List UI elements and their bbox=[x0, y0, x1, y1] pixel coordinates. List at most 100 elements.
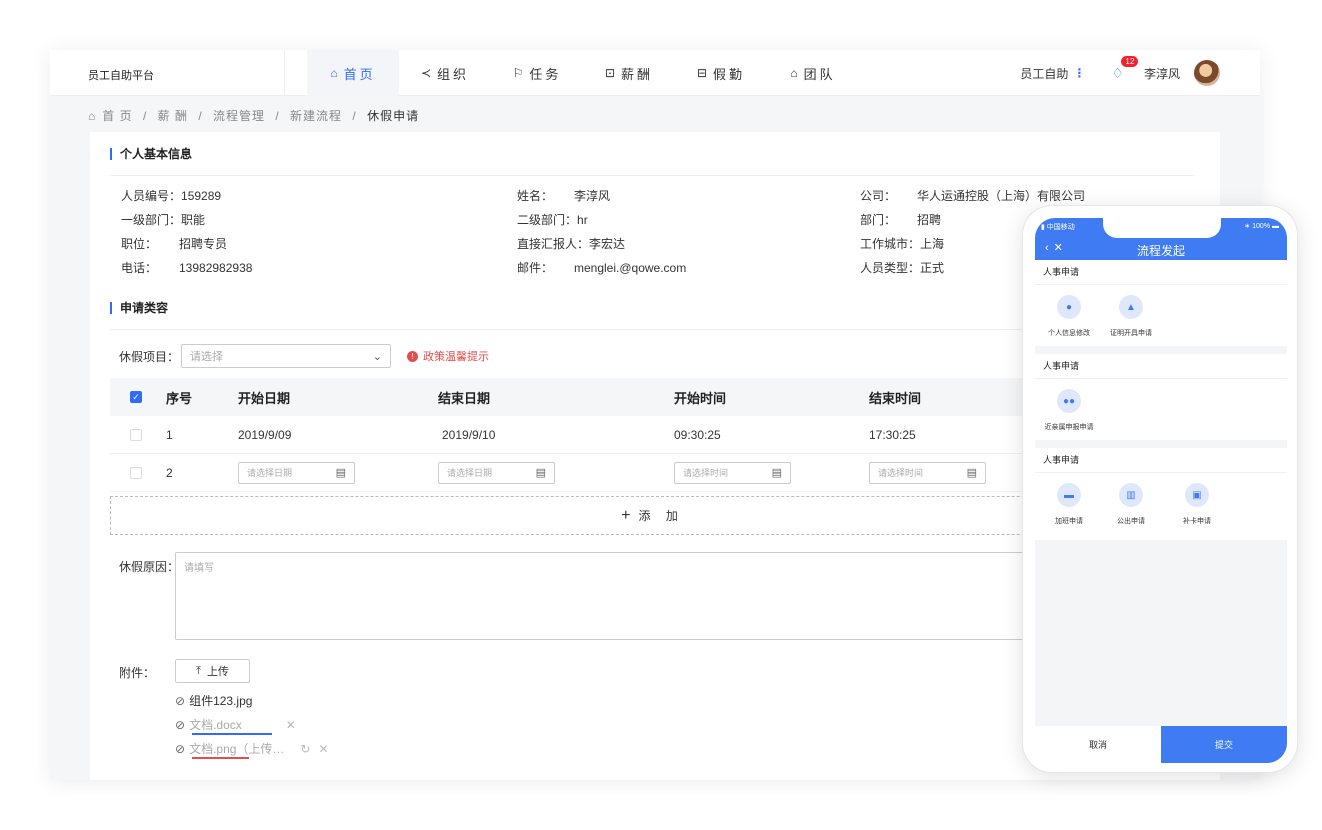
attachment-file[interactable]: ⊘ 组件123.jpg bbox=[175, 692, 252, 709]
phone-item[interactable]: ▬ 加班申请 bbox=[1035, 483, 1103, 526]
phone-item[interactable]: ● 个人信息修改 bbox=[1035, 295, 1103, 338]
phone-item[interactable]: ▣ 补卡申请 bbox=[1159, 483, 1235, 526]
bell-icon: ♢ bbox=[1111, 64, 1124, 81]
start-time-picker[interactable]: 请选择时间 ▤ bbox=[674, 461, 791, 484]
phone-mockup: ▮ 中国移动 ∗ 100% ▬ ‹✕ 流程发起 人事申请 ● 个人信息修改 ▲ 证明… bbox=[1022, 205, 1298, 773]
briefcase-icon: ▥ bbox=[1119, 483, 1143, 507]
select-all-checkbox[interactable]: ✓ bbox=[130, 391, 142, 403]
breadcrumb-current: 休假申请 bbox=[367, 109, 420, 123]
person-icon: ● bbox=[1057, 295, 1081, 319]
end-date-picker[interactable]: 请选择日期 ▤ bbox=[438, 461, 555, 484]
cancel-button[interactable]: 取消 bbox=[1035, 726, 1161, 763]
home-icon: ⌂ bbox=[330, 66, 338, 80]
calendar-icon: ▤ bbox=[535, 467, 546, 479]
phone-item[interactable]: ▲ 证明开具申请 bbox=[1103, 295, 1159, 338]
breadcrumb-home[interactable]: 首 页 bbox=[102, 109, 132, 123]
paperclip-icon: ⊘ bbox=[175, 717, 186, 732]
user-area: 员工自助 ⋮ ♢ 12 李淳风 bbox=[1020, 50, 1220, 96]
breadcrumb-separator: / bbox=[198, 109, 203, 123]
stamp-icon: ▲ bbox=[1119, 295, 1143, 319]
nav-organization[interactable]: ≺ 组织 bbox=[399, 50, 491, 96]
nav-label: 团队 bbox=[803, 66, 836, 82]
calendar-icon: ▤ bbox=[771, 467, 782, 479]
info-value: menglei.@qowe.com bbox=[574, 261, 687, 275]
main-nav: ⌂ 首页 ≺ 组织 ⚐ 任务 ⊡ 薪酬 ⊟ 假勤 ⌂ 团队 bbox=[307, 50, 859, 96]
personal-info-col2: 姓名： 李淳风 二级部门：hr 直接汇报人：李宏达 邮件： menglei.@qow… bbox=[517, 184, 686, 280]
paperclip-icon: ⊘ bbox=[175, 693, 186, 708]
calendar-icon: ⊟ bbox=[696, 66, 708, 80]
people-icon: ●● bbox=[1057, 389, 1081, 413]
retry-icon[interactable]: ↻ bbox=[300, 742, 310, 756]
nav-label: 假勤 bbox=[713, 66, 746, 82]
date-placeholder: 请选择日期 bbox=[447, 468, 493, 478]
notification-button[interactable]: ♢ 12 bbox=[1111, 55, 1139, 82]
section-title-personal: 个人基本信息 bbox=[110, 148, 192, 160]
carrier-label: ▮ 中国移动 bbox=[1041, 222, 1075, 232]
upload-progress-bar bbox=[192, 733, 272, 735]
nav-salary[interactable]: ⊡ 薪酬 bbox=[583, 50, 675, 96]
add-label: 添 加 bbox=[638, 509, 684, 523]
battery-icon: ▬ bbox=[1270, 223, 1279, 230]
remove-file-icon[interactable]: ✕ bbox=[318, 742, 328, 756]
calendar-check-icon: ▣ bbox=[1185, 483, 1209, 507]
phone-group: 人事申请 ● 个人信息修改 ▲ 证明开具申请 bbox=[1035, 260, 1287, 346]
remove-file-icon[interactable]: ✕ bbox=[286, 718, 296, 732]
item-label: 补卡申请 bbox=[1183, 518, 1211, 525]
notification-badge: 12 bbox=[1121, 55, 1139, 67]
phone-notch bbox=[1103, 218, 1221, 238]
phone-item[interactable]: ●● 近亲属申报申请 bbox=[1035, 389, 1103, 432]
info-label: 邮件： bbox=[517, 261, 554, 275]
self-service-menu[interactable]: 员工自助 ⋮ bbox=[1020, 65, 1085, 82]
cell-start-date: 2019/9/09 bbox=[238, 427, 292, 442]
row-checkbox[interactable] bbox=[130, 466, 142, 479]
info-label: 二级部门： bbox=[517, 213, 578, 227]
attachment-file[interactable]: ⊘ 文档.png（上传… ↻ ✕ bbox=[175, 740, 329, 757]
cell-no: 1 bbox=[166, 427, 173, 442]
info-value: 李宏达 bbox=[589, 237, 626, 251]
select-placeholder: 请选择 bbox=[190, 351, 224, 363]
upload-button[interactable]: ⤒ 上传 bbox=[175, 659, 250, 683]
self-service-label: 员工自助 bbox=[1020, 66, 1069, 81]
nav-tasks[interactable]: ⚐ 任务 bbox=[491, 50, 583, 96]
calendar-icon: ▤ bbox=[335, 467, 346, 479]
cell-end-date: 2019/9/10 bbox=[442, 427, 496, 442]
nav-label: 薪酬 bbox=[621, 66, 654, 82]
info-label: 姓名： bbox=[517, 189, 554, 203]
info-label: 电话： bbox=[121, 261, 158, 275]
phone-group: 人事申请 ●● 近亲属申报申请 bbox=[1035, 354, 1287, 440]
breadcrumb-item[interactable]: 新建流程 bbox=[290, 109, 342, 123]
end-time-picker[interactable]: 请选择时间 ▤ bbox=[869, 461, 986, 484]
info-label: 直接汇报人： bbox=[517, 237, 590, 251]
breadcrumb-item[interactable]: 流程管理 bbox=[213, 109, 265, 123]
item-label: 证明开具申请 bbox=[1110, 330, 1152, 337]
phone-header: ▮ 中国移动 ∗ 100% ▬ ‹✕ 流程发起 bbox=[1035, 218, 1287, 260]
phone-footer: 取消 提交 bbox=[1035, 726, 1287, 763]
start-date-picker[interactable]: 请选择日期 ▤ bbox=[238, 461, 355, 484]
breadcrumb-item[interactable]: 薪 酬 bbox=[158, 109, 188, 123]
submit-button[interactable]: 提交 bbox=[1161, 726, 1287, 763]
user-name[interactable]: 李淳风 bbox=[1144, 65, 1180, 82]
nav-team[interactable]: ⌂ 团队 bbox=[767, 50, 859, 96]
nav-attendance[interactable]: ⊟ 假勤 bbox=[675, 50, 767, 96]
attachment-label: 附件： bbox=[119, 666, 156, 680]
top-bar: 员工自助平台 ⌂ 首页 ≺ 组织 ⚐ 任务 ⊡ 薪酬 ⊟ 假勤 ⌂ 团队 员工自助 ⋮ ♢ 12… bbox=[50, 50, 1260, 96]
nav-home[interactable]: ⌂ 首页 bbox=[307, 50, 399, 96]
row-checkbox[interactable] bbox=[130, 428, 142, 441]
divider bbox=[284, 50, 285, 96]
item-label: 加班申请 bbox=[1055, 518, 1083, 525]
attachment-file[interactable]: ⊘ 文档.docx ✕ bbox=[175, 716, 296, 733]
upload-error-bar bbox=[192, 757, 249, 759]
divider bbox=[110, 175, 1195, 176]
more-vertical-icon: ⋮ bbox=[1073, 66, 1086, 80]
leave-item-select[interactable]: 请选择 ⌄ bbox=[181, 344, 392, 368]
phone-item[interactable]: ▥ 公出申请 bbox=[1103, 483, 1159, 526]
info-row: 二级部门：hr bbox=[517, 208, 686, 232]
battery-text: 100% bbox=[1252, 223, 1271, 230]
phone-title: 流程发起 bbox=[1136, 244, 1185, 258]
policy-tip-link[interactable]: ! 政策温馨提示 bbox=[407, 348, 489, 364]
avatar[interactable] bbox=[1194, 60, 1220, 86]
column-header: 开始时间 bbox=[674, 390, 727, 406]
paperclip-icon: ⊘ bbox=[175, 741, 186, 756]
flag-icon: ⚐ bbox=[512, 66, 524, 80]
leave-item-row: 休假项目： 请选择 ⌄ ! 政策温馨提示 bbox=[119, 344, 489, 368]
